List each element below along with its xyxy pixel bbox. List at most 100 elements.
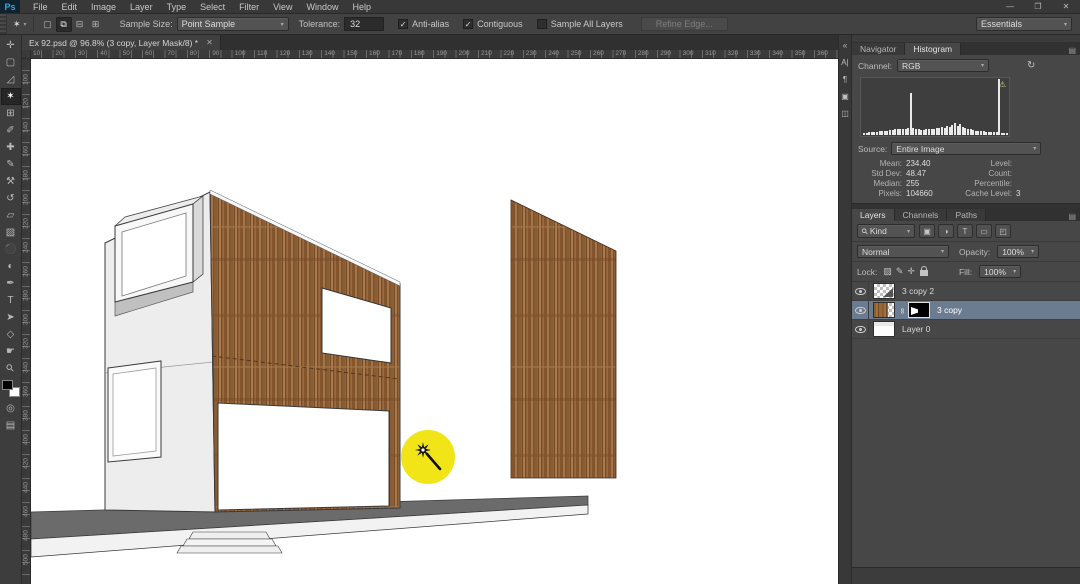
layer-thumbnail[interactable] [873,321,895,337]
hand-tool[interactable]: ☛ [1,343,21,360]
document-tab[interactable]: Ex 92.psd @ 96.8% (3 copy, Layer Mask/8)… [22,35,221,50]
opacity-input[interactable]: 100% ▾ [997,245,1039,258]
filter-adjustment-layers-icon[interactable]: ◑ [938,224,954,238]
move-tool[interactable]: ✛ [1,37,21,54]
paragraph-styles-panel-button[interactable]: ◫ [839,106,852,121]
screen-mode-button[interactable]: ▤ [1,417,21,434]
healing-brush-tool[interactable]: ✚ [1,139,21,156]
dodge-tool[interactable]: ◐ [1,258,21,275]
menu-select[interactable]: Select [193,0,232,14]
eraser-tool[interactable]: ▱ [1,207,21,224]
layer-mask-thumbnail[interactable] [908,302,930,318]
ruler-origin-corner[interactable] [22,50,31,59]
filter-pixel-layers-icon[interactable]: ▣ [919,224,935,238]
move-icon: ✛ [6,40,14,51]
blend-mode-select[interactable]: Normal ▾ [857,245,949,258]
gradient-tool[interactable]: ▧ [1,224,21,241]
intersect-selection-button[interactable]: ⊞ [88,17,104,32]
sample-size-select[interactable]: Point Sample ▾ [177,17,289,31]
channel-label: Channel: [858,61,892,71]
close-button[interactable]: ✕ [1052,0,1080,13]
minimize-button[interactable]: — [996,0,1024,13]
history-brush-tool[interactable]: ↺ [1,190,21,207]
wood-panel-layer[interactable] [511,200,616,478]
clone-stamp-tool[interactable]: ⚒ [1,173,21,190]
filter-smart-objects-icon[interactable]: ◰ [995,224,1011,238]
crop-tool[interactable]: ⊞ [1,105,21,122]
refresh-histogram-icon[interactable]: ↻ [1027,60,1035,71]
add-to-selection-button[interactable]: ⧉ [56,17,72,32]
source-select[interactable]: Entire Image ▾ [891,142,1041,155]
tab-histogram[interactable]: Histogram [905,43,961,55]
tab-layers[interactable]: Layers [852,209,895,221]
workspace-switcher[interactable]: Essentials ▾ [976,17,1072,31]
menu-filter[interactable]: Filter [232,0,266,14]
paragraph-panel-button[interactable]: ¶ [839,72,852,87]
current-tool-preset[interactable]: ✶ ▾ [7,16,34,32]
lock-all-icon[interactable] [920,270,928,276]
tolerance-input[interactable]: 32 [344,17,384,31]
tab-paths[interactable]: Paths [947,209,986,221]
source-label: Source: [858,144,887,154]
panel-menu-icon[interactable]: ▤ [1068,212,1080,221]
lock-image-pixels-icon[interactable]: ✎ [896,266,904,277]
channel-select[interactable]: RGB ▾ [897,59,989,72]
layer-row-3-copy-2[interactable]: 3 copy 2 [852,282,1080,301]
document-canvas[interactable] [31,59,838,584]
eyedropper-tool[interactable]: ✐ [1,122,21,139]
visibility-toggle[interactable] [852,320,869,338]
menu-window[interactable]: Window [299,0,345,14]
lock-position-icon[interactable]: ✛ [907,266,915,277]
vertical-ruler[interactable]: 1001201401601802002202402602803003203403… [22,59,31,584]
subtract-from-selection-button[interactable]: ⊟ [72,17,88,32]
menu-image[interactable]: Image [84,0,123,14]
house-model[interactable] [105,190,400,512]
zoom-tool[interactable]: ⚲ [1,360,21,377]
panel-menu-icon[interactable]: ▤ [1068,46,1080,55]
histogram-panel: Channel: RGB ▾ ↻ ⚠ Source: Entire Image … [852,55,1080,204]
close-tab-icon[interactable]: ✕ [206,38,213,47]
rectangular-marquee-tool[interactable]: ▢ [1,54,21,71]
pen-tool[interactable]: ✒ [1,275,21,292]
fill-input[interactable]: 100% ▾ [979,265,1021,278]
shape-tool[interactable]: ◇ [1,326,21,343]
character-panel-button[interactable]: A| [839,55,852,70]
tab-navigator[interactable]: Navigator [852,43,905,55]
refine-edge-button[interactable]: Refine Edge... [641,17,728,31]
layer-row-layer-0[interactable]: Layer 0 [852,320,1080,339]
menu-help[interactable]: Help [345,0,378,14]
layer-thumbnail[interactable] [873,302,895,318]
contiguous-checkbox[interactable]: ✓ Contiguous [463,19,523,29]
brush-tool[interactable]: ✎ [1,156,21,173]
filter-kind-select[interactable]: ⚲ Kind ▾ [857,224,915,238]
menu-type[interactable]: Type [160,0,194,14]
quick-mask-button[interactable]: ◎ [1,400,21,417]
type-tool[interactable]: T [1,292,21,309]
visibility-toggle[interactable] [852,282,869,300]
histogram-statistics: Mean:234.40Std Dev:48.47Median:255Pixels… [858,159,1074,198]
visibility-toggle[interactable] [852,301,869,319]
layer-thumbnail[interactable] [873,283,895,299]
sample-all-layers-checkbox[interactable]: Sample All Layers [537,19,623,29]
lock-transparent-pixels-icon[interactable]: ▨ [883,266,892,277]
menu-file[interactable]: File [26,0,55,14]
character-styles-panel-button[interactable]: ▣ [839,89,852,104]
foreground-color-swatch[interactable] [2,380,13,390]
anti-alias-checkbox[interactable]: ✓ Anti-alias [398,19,449,29]
restore-button[interactable]: ❐ [1024,0,1052,13]
color-swatches[interactable] [2,380,20,397]
expand-panels-button[interactable]: « [839,38,852,53]
menu-layer[interactable]: Layer [123,0,160,14]
filter-type-layers-icon[interactable]: T [957,224,973,238]
horizontal-ruler[interactable]: 1020304050607080901001101201301401501601… [31,50,838,59]
filter-shape-layers-icon[interactable]: ▭ [976,224,992,238]
magic-wand-tool[interactable]: ✶ [1,88,21,105]
path-selection-tool[interactable]: ➤ [1,309,21,326]
menu-edit[interactable]: Edit [55,0,85,14]
layer-row-3-copy[interactable]: ∞3 copy [852,301,1080,320]
menu-view[interactable]: View [266,0,299,14]
new-selection-button[interactable]: ▢ [40,17,56,32]
tab-channels[interactable]: Channels [895,209,948,221]
blur-tool[interactable]: ⚫ [1,241,21,258]
lasso-tool[interactable]: ◿ [1,71,21,88]
